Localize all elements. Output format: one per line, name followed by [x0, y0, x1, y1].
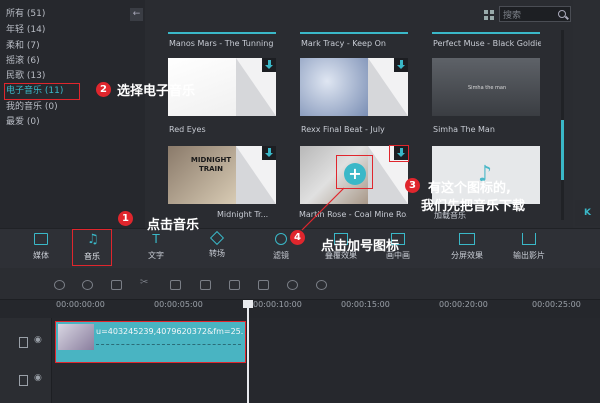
timeline-ruler[interactable]: 00:00:00:00 00:00:05:00 00:00:10:00 00:0…	[0, 300, 600, 318]
track-divider	[300, 32, 408, 34]
annotation-text: 有这个图标的,	[428, 181, 511, 196]
category-rock[interactable]: 摇滚 (6)	[6, 56, 40, 67]
tab-label: 滤镜	[273, 251, 289, 260]
transition-icon	[209, 230, 225, 246]
collapse-sidebar-button[interactable]: ←	[130, 8, 143, 21]
category-young[interactable]: 年轻 (14)	[6, 25, 45, 36]
annotation-text: 选择电子音乐	[117, 84, 196, 99]
track-title: Perfect Muse - Black Goldie	[433, 39, 541, 48]
music-category-sidebar: ← 所有 (51) 年轻 (14) 柔和 (7) 摇滚 (6) 民歌 (13) …	[0, 0, 145, 228]
editor-window: ← 所有 (51) 年轻 (14) 柔和 (7) 摇滚 (6) 民歌 (13) …	[0, 0, 600, 403]
cut-icon[interactable]: ✂	[140, 277, 151, 288]
annotation-text: 点击音乐	[147, 218, 200, 233]
export-icon	[522, 233, 536, 245]
download-icon[interactable]	[262, 58, 276, 72]
ruler-time: 00:00:15:00	[341, 300, 390, 309]
tab-text[interactable]: T 文字	[131, 233, 181, 261]
track-title: Midnight Tr...	[217, 210, 269, 219]
adjust-icon[interactable]	[111, 280, 122, 290]
annotation-text: 我们先把音乐下载	[421, 199, 526, 214]
track-title: Rexx Final Beat - July	[301, 125, 385, 134]
split-screen-icon	[459, 233, 475, 245]
search-placeholder: 搜索	[503, 11, 522, 21]
color-icon[interactable]	[287, 280, 298, 290]
category-folk[interactable]: 民歌 (13)	[6, 71, 45, 82]
crop-icon[interactable]	[200, 280, 211, 290]
text-icon: T	[152, 232, 160, 246]
download-icon[interactable]	[262, 146, 276, 160]
video-track-icon	[19, 337, 28, 348]
track-thumbnail[interactable]: Simha the man	[432, 58, 540, 116]
zoom-icon[interactable]	[258, 280, 269, 290]
annotation-box-music-tab	[72, 229, 112, 266]
category-my-music[interactable]: 我的音乐 (0)	[6, 102, 58, 113]
pip-track-icon	[19, 375, 28, 386]
track-thumbnail[interactable]: MIDNIGHT TRAIN	[168, 146, 276, 204]
category-soft[interactable]: 柔和 (7)	[6, 41, 40, 52]
delete-icon[interactable]	[170, 280, 181, 290]
track-headers: ◉ ◉	[0, 318, 52, 403]
album-art	[300, 58, 368, 116]
grid-view-icon[interactable]	[484, 10, 494, 20]
annotation-step-number: 2	[96, 82, 111, 97]
tab-label: 转场	[209, 249, 225, 258]
speed-icon[interactable]	[229, 280, 240, 290]
track-divider	[432, 32, 540, 34]
ruler-time: 00:00:20:00	[439, 300, 488, 309]
ruler-time: 00:00:25:00	[532, 300, 581, 309]
annotation-arrow	[301, 187, 345, 231]
visibility-icon[interactable]: ◉	[34, 373, 42, 383]
timeline-toolbar: ✂	[0, 268, 600, 300]
ruler-time: 00:00:00:00	[56, 300, 105, 309]
redo-icon[interactable]	[82, 280, 93, 290]
playhead[interactable]	[247, 302, 249, 403]
track-title: Red Eyes	[169, 125, 206, 134]
album-art	[168, 146, 236, 204]
track-title: Mark Tracy - Keep On	[301, 39, 386, 48]
visibility-icon[interactable]: ◉	[34, 335, 42, 345]
library-scrollbar-thumb[interactable]	[561, 120, 564, 180]
category-favorites[interactable]: 最爱 (0)	[6, 117, 40, 128]
track-title: Manos Mars - The Tunning	[169, 39, 274, 48]
annotation-step-number: 1	[118, 211, 133, 226]
tab-label: 输出影片	[513, 251, 545, 260]
tab-label: 文字	[148, 251, 164, 260]
tab-transition[interactable]: 转场	[192, 230, 242, 259]
clip-thumbnail	[58, 324, 94, 350]
search-input[interactable]: 搜索	[499, 6, 571, 22]
album-art-text: Simha the man	[468, 85, 507, 91]
annotation-box-plus	[336, 155, 373, 189]
filter-icon	[275, 233, 287, 245]
track-divider	[168, 32, 276, 34]
tab-label: 媒体	[33, 251, 49, 260]
tab-split-screen[interactable]: 分屏效果	[442, 233, 492, 261]
annotation-step-number: 3	[405, 178, 420, 193]
clip-name: u=403245239,4079620372&fm=25...	[96, 327, 244, 336]
ruler-time: 00:00:05:00	[154, 300, 203, 309]
annotation-box-download	[389, 145, 409, 162]
undo-icon[interactable]	[54, 280, 65, 290]
tab-export[interactable]: 输出影片	[504, 233, 554, 261]
search-icon[interactable]	[558, 10, 566, 18]
album-art-text: MIDNIGHT TRAIN	[190, 156, 232, 173]
panel-tab[interactable]: K	[575, 200, 600, 226]
tab-label: 分屏效果	[451, 251, 483, 260]
video-clip[interactable]: u=403245239,4079620372&fm=25...	[55, 321, 246, 363]
duration-icon[interactable]	[316, 280, 327, 290]
category-all[interactable]: 所有 (51)	[6, 9, 45, 20]
tab-media[interactable]: 媒体	[16, 233, 66, 261]
ruler-time: 00:00:10:00	[253, 300, 302, 309]
annotation-box-electronic	[4, 83, 80, 100]
track-thumbnail[interactable]	[300, 58, 408, 116]
folder-icon	[34, 233, 48, 245]
audio-waveform	[96, 344, 241, 345]
track-title: Simha The Man	[433, 125, 495, 134]
download-icon[interactable]	[394, 58, 408, 72]
annotation-text: 点击加号图标	[321, 239, 400, 254]
